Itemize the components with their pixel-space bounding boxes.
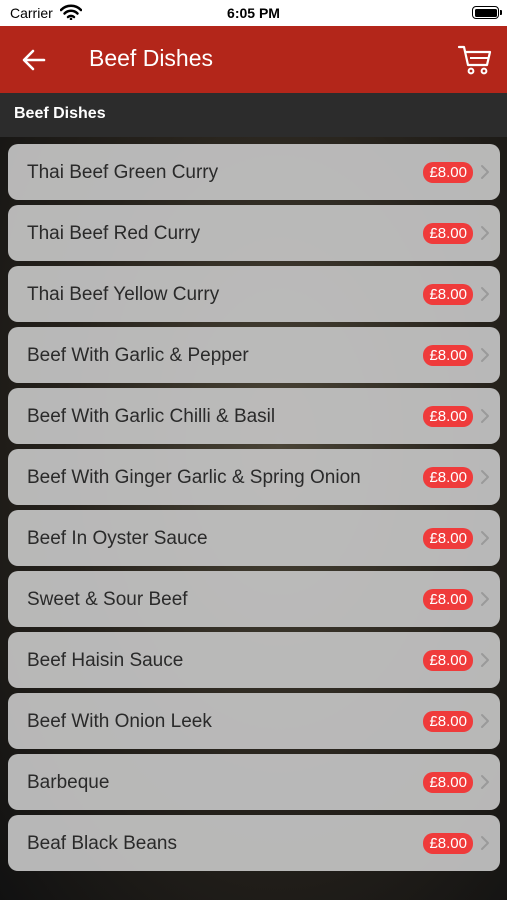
price-badge: £8.00	[423, 650, 473, 671]
menu-item-name: Beef Haisin Sauce	[27, 650, 184, 671]
chevron-right-icon	[481, 409, 489, 423]
menu-item-name: Beef With Onion Leek	[27, 711, 212, 732]
price-badge: £8.00	[423, 833, 473, 854]
chevron-right-icon	[481, 653, 489, 667]
menu-item[interactable]: Beef With Onion Leek £8.00	[8, 693, 500, 749]
status-time: 6:05 PM	[227, 5, 280, 21]
chevron-right-icon	[481, 470, 489, 484]
chevron-right-icon	[481, 165, 489, 179]
section-title: Beef Dishes	[14, 105, 106, 122]
chevron-right-icon	[481, 287, 489, 301]
battery-icon	[472, 6, 502, 19]
price-badge: £8.00	[423, 345, 473, 366]
status-bar: Carrier 6:05 PM	[0, 0, 507, 26]
menu-item-name: Beef With Ginger Garlic & Spring Onion	[27, 467, 361, 488]
chevron-right-icon	[481, 714, 489, 728]
menu-item-name: Beef With Garlic & Pepper	[27, 345, 249, 366]
menu-item[interactable]: Beaf Black Beans £8.00	[8, 815, 500, 871]
menu-item-name: Thai Beef Yellow Curry	[27, 284, 220, 305]
price-badge: £8.00	[423, 589, 473, 610]
menu-item[interactable]: Beef In Oyster Sauce £8.00	[8, 510, 500, 566]
price-badge: £8.00	[423, 406, 473, 427]
price-badge: £8.00	[423, 711, 473, 732]
section-header: Beef Dishes	[0, 93, 507, 137]
menu-list: Thai Beef Green Curry £8.00 Thai Beef Re…	[0, 137, 507, 900]
price-badge: £8.00	[423, 772, 473, 793]
menu-item-name: Sweet & Sour Beef	[27, 589, 188, 610]
menu-item-name: Beef With Garlic Chilli & Basil	[27, 406, 276, 427]
nav-bar: Beef Dishes	[0, 26, 507, 93]
back-arrow-icon[interactable]	[18, 44, 52, 76]
chevron-right-icon	[481, 836, 489, 850]
chevron-right-icon	[481, 592, 489, 606]
menu-item-name: Thai Beef Red Curry	[27, 223, 201, 244]
chevron-right-icon	[481, 775, 489, 789]
price-badge: £8.00	[423, 223, 473, 244]
menu-item[interactable]: Thai Beef Red Curry £8.00	[8, 205, 500, 261]
page-title: Beef Dishes	[89, 45, 214, 71]
price-badge: £8.00	[423, 467, 473, 488]
menu-item[interactable]: Beef With Garlic Chilli & Basil £8.00	[8, 388, 500, 444]
menu-item[interactable]: Barbeque £8.00	[8, 754, 500, 810]
chevron-right-icon	[481, 348, 489, 362]
menu-item-name: Thai Beef Green Curry	[27, 162, 219, 183]
chevron-right-icon	[481, 531, 489, 545]
menu-item[interactable]: Thai Beef Green Curry £8.00	[8, 144, 500, 200]
menu-item[interactable]: Thai Beef Yellow Curry £8.00	[8, 266, 500, 322]
menu-item-name: Beaf Black Beans	[27, 833, 177, 854]
menu-item[interactable]: Beef With Garlic & Pepper £8.00	[8, 327, 500, 383]
menu-item-name: Barbeque	[27, 772, 110, 793]
menu-item-name: Beef In Oyster Sauce	[27, 528, 208, 549]
cart-icon[interactable]	[457, 41, 493, 77]
price-badge: £8.00	[423, 284, 473, 305]
menu-item[interactable]: Beef Haisin Sauce £8.00	[8, 632, 500, 688]
menu-item[interactable]: Beef With Ginger Garlic & Spring Onion £…	[8, 449, 500, 505]
price-badge: £8.00	[423, 528, 473, 549]
price-badge: £8.00	[423, 162, 473, 183]
chevron-right-icon	[481, 226, 489, 240]
menu-item[interactable]: Sweet & Sour Beef £8.00	[8, 571, 500, 627]
